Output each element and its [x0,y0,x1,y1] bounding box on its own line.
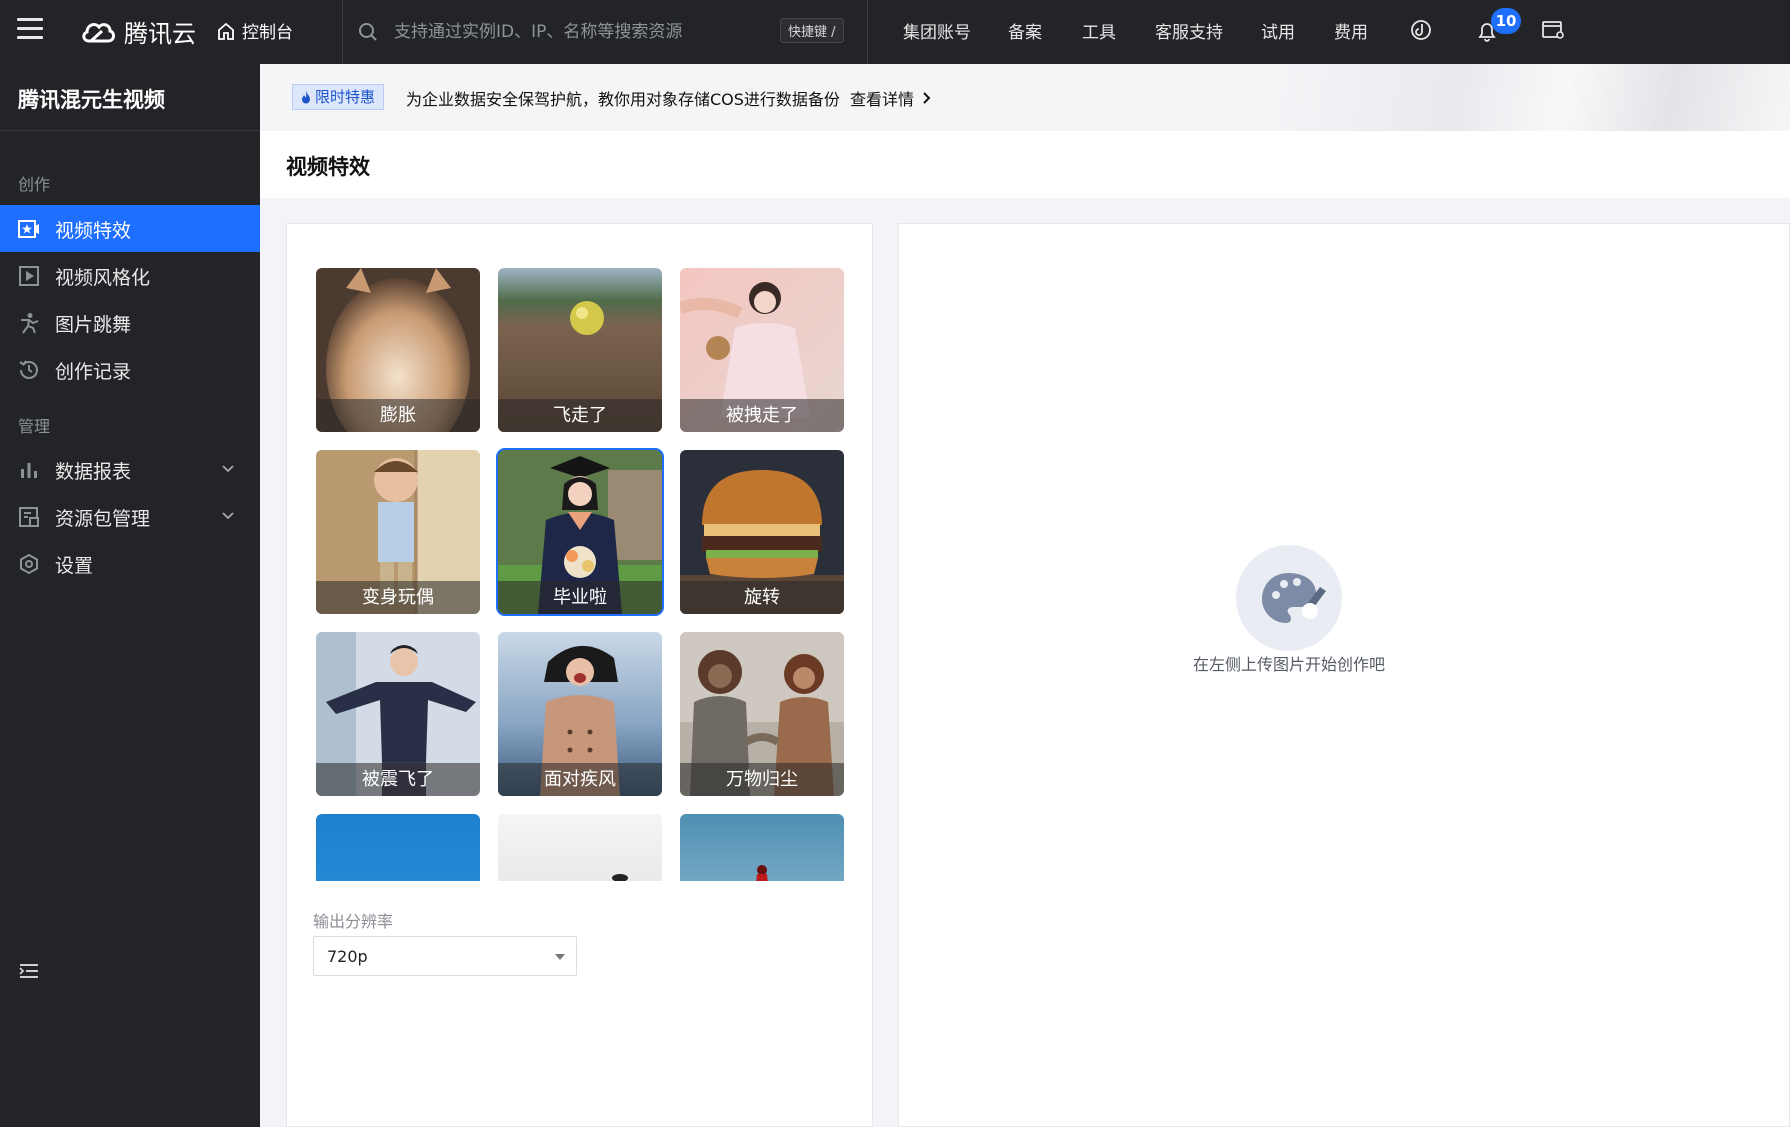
promo-tag: 限时特惠 [292,84,385,110]
logo-text: 腾讯云 [124,20,196,48]
dance-icon [21,313,39,334]
sidebar-group-manage: 管理 [18,417,51,436]
chevron-down-icon [222,465,234,473]
effect-thumbnail [316,814,480,881]
sidebar-divider [0,130,260,131]
home-icon [218,22,234,40]
sidebar-item-label: 视频风格化 [55,267,151,289]
console-label: 控制台 [242,23,293,43]
sidebar-item-label: 图片跳舞 [55,314,132,336]
play-box-icon [19,266,39,286]
topbar-divider [342,0,343,64]
resolution-label: 输出分辨率 [313,912,394,931]
caret-down-icon [555,954,565,960]
sidebar-item-label: 资源包管理 [55,508,151,530]
effect-tile-doll[interactable]: 变身玩偶 [316,450,480,614]
nav-filing[interactable]: 备案 [1008,18,1042,43]
product-title: 腾讯混元生视频 [18,88,165,112]
effect-label: 面对疾风 [498,763,662,796]
effect-tile-more[interactable] [498,814,662,881]
sidebar-item-image-dance[interactable]: 图片跳舞 [0,299,260,346]
package-icon [19,507,39,527]
effect-tile-shaken-away[interactable]: 被震飞了 [316,632,480,796]
chevron-right-icon [923,92,931,104]
video-effect-icon [18,220,39,238]
topbar-divider [867,0,868,64]
chevron-down-icon [222,512,234,520]
sidebar: 腾讯混元生视频 创作 视频特效 视频风格化 图片跳舞 创作记录 管理 数据报表 … [0,64,260,1127]
effect-tile-more[interactable] [680,814,844,881]
effect-tile-more[interactable] [316,814,480,881]
effect-label: 毕业啦 [498,581,662,614]
promo-text: 为企业数据安全保驾护航，教你用对象存储COS进行数据备份 [406,90,840,109]
effect-tile-fly-away[interactable]: 飞走了 [498,268,662,432]
console-link[interactable]: 控制台 [216,18,293,43]
sidebar-item-settings[interactable]: 设置 [0,540,260,587]
effects-grid[interactable]: 膨胀 飞走了 被拽走了 变身玩偶 毕业啦 旋转 被震飞了 面对疾风 万物归尘 [287,224,872,881]
shortcut-hint: 快捷键 / [780,18,844,43]
global-search: 快捷键 / [356,16,846,48]
effect-thumbnail [680,814,844,881]
sidebar-item-label: 设置 [55,555,94,577]
settings-icon [20,553,38,575]
nav-group-account[interactable]: 集团账号 [903,18,971,43]
top-navigation-bar: 腾讯云 控制台 快捷键 / 集团账号 备案 工具 客服支持 试用 费用 10 [0,0,1790,64]
sidebar-item-packages[interactable]: 资源包管理 [0,493,260,540]
history-icon [19,360,38,379]
empty-state-icon [1236,545,1342,651]
tencent-cloud-logo[interactable]: 腾讯云 [80,14,196,49]
page-title: 视频特效 [286,155,370,179]
promo-details-link[interactable]: 查看详情 [850,86,931,110]
empty-state-text: 在左侧上传图片开始创作吧 [1192,655,1385,674]
sidebar-item-label: 视频特效 [55,220,132,242]
preview-panel: 在左侧上传图片开始创作吧 [898,223,1790,1127]
page-header: 视频特效 [260,131,1790,198]
effect-label: 被震飞了 [316,763,480,796]
flame-icon [302,90,310,103]
palette-icon [1262,573,1326,623]
bar-chart-icon [21,463,37,478]
sidebar-item-reports[interactable]: 数据报表 [0,446,260,493]
effect-tile-graduation[interactable]: 毕业啦 [496,448,664,616]
effects-panel: 膨胀 飞走了 被拽走了 变身玩偶 毕业啦 旋转 被震飞了 面对疾风 万物归尘 输… [286,223,873,1127]
effect-label: 被拽走了 [680,399,844,432]
tencent-cloud-logo-icon [82,22,115,42]
effect-tile-dragged-away[interactable]: 被拽走了 [680,268,844,432]
sidebar-item-video-effects[interactable]: 视频特效 [0,205,260,252]
sidebar-item-label: 创作记录 [55,361,132,383]
promo-details-label: 查看详情 [850,90,915,109]
effect-thumbnail [498,814,662,881]
effect-label: 旋转 [680,581,844,614]
nav-trial[interactable]: 试用 [1261,18,1295,43]
effect-label: 飞走了 [498,399,662,432]
search-input[interactable] [394,22,774,42]
nav-tools[interactable]: 工具 [1082,18,1116,43]
effect-tile-inflate[interactable]: 膨胀 [316,268,480,432]
collapse-sidebar-icon[interactable] [18,962,40,980]
promo-banner: 限时特惠 为企业数据安全保驾护航，教你用对象存储COS进行数据备份 查看详情 [260,64,1790,131]
sidebar-item-history[interactable]: 创作记录 [0,346,260,393]
effect-label: 变身玩偶 [316,581,480,614]
notification-badge: 10 [1491,8,1521,34]
bi-icon[interactable] [1409,18,1433,42]
window-settings-icon[interactable] [1541,18,1565,42]
search-icon [359,23,377,41]
promo-tag-label: 限时特惠 [315,88,376,106]
effect-label: 膨胀 [316,399,480,432]
sidebar-group-create: 创作 [18,175,51,194]
effect-tile-dust[interactable]: 万物归尘 [680,632,844,796]
effect-tile-facing-wind[interactable]: 面对疾风 [498,632,662,796]
menu-icon[interactable] [17,18,43,44]
sidebar-item-video-stylize[interactable]: 视频风格化 [0,252,260,299]
resolution-value: 720p [327,946,368,966]
effect-tile-rotate[interactable]: 旋转 [680,450,844,614]
effect-label: 万物归尘 [680,763,844,796]
nav-support[interactable]: 客服支持 [1155,18,1223,43]
nav-billing[interactable]: 费用 [1334,18,1368,43]
resolution-select[interactable]: 720p [313,936,577,976]
sidebar-item-label: 数据报表 [55,461,132,483]
